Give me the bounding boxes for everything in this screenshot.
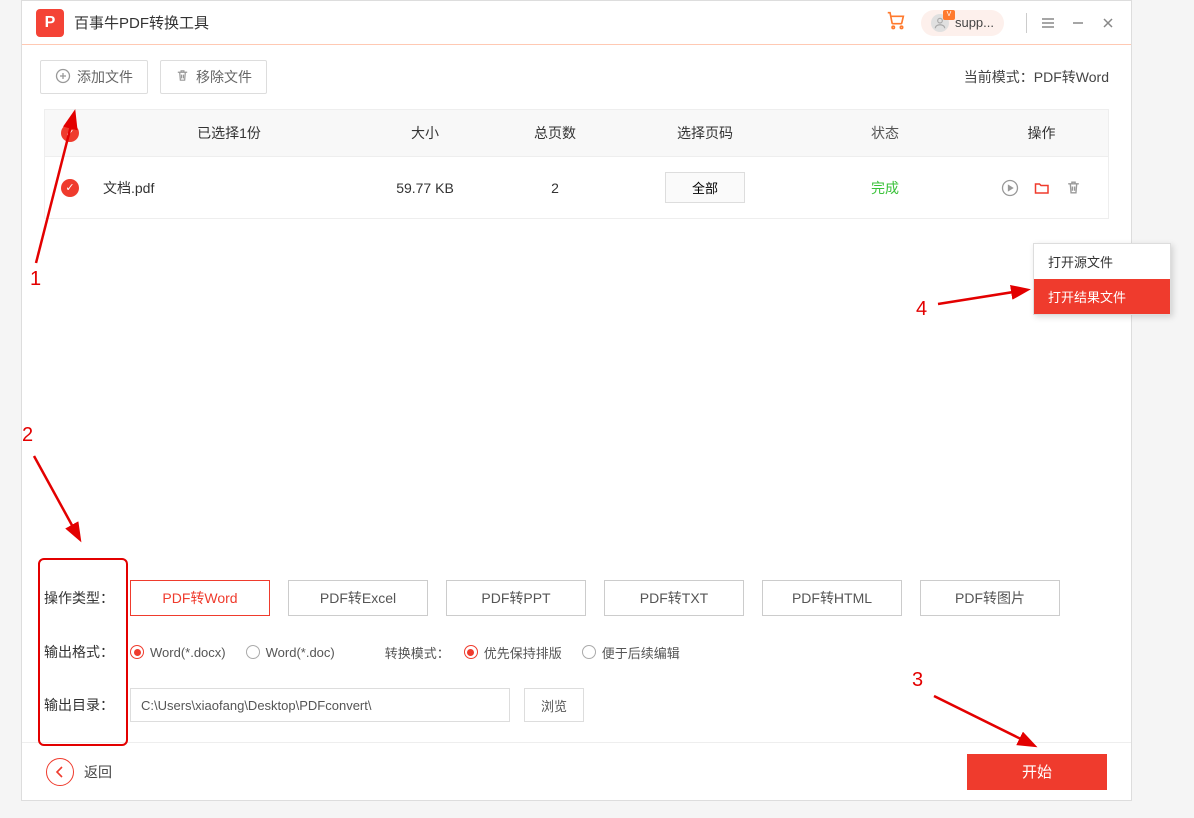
open-source-item[interactable]: 打开源文件 (1034, 244, 1170, 279)
type-pdf-to-ppt[interactable]: PDF转PPT (446, 580, 586, 616)
output-dir-input[interactable] (130, 688, 510, 722)
user-chip[interactable]: V supp... (921, 10, 1004, 36)
page-range-button[interactable]: 全部 (665, 172, 745, 203)
output-dir-label: 输出目录： (44, 695, 130, 715)
menu-icon[interactable] (1039, 14, 1057, 32)
table-header: ✓ 已选择1份 大小 总页数 选择页码 状态 操作 (44, 109, 1109, 157)
type-pdf-to-image[interactable]: PDF转图片 (920, 580, 1060, 616)
operation-type-label: 操作类型： (44, 588, 130, 608)
header-pages: 总页数 (495, 123, 615, 143)
toolbar: 添加文件 移除文件 当前模式：PDF转Word (22, 45, 1131, 95)
type-pdf-to-word[interactable]: PDF转Word (130, 580, 270, 616)
output-format-label: 输出格式： (44, 642, 130, 662)
cart-icon[interactable] (885, 9, 907, 37)
current-mode-label: 当前模式：PDF转Word (964, 67, 1113, 87)
user-name: supp... (955, 15, 994, 30)
type-buttons: PDF转Word PDF转Excel PDF转PPT PDF转TXT PDF转H… (130, 580, 1060, 616)
header-size: 大小 (355, 123, 495, 143)
mode-edit-radio[interactable]: 便于后续编辑 (582, 643, 680, 662)
file-status: 完成 (795, 178, 975, 198)
remove-file-button[interactable]: 移除文件 (160, 60, 267, 94)
minimize-icon[interactable] (1069, 14, 1087, 32)
row-checkbox[interactable]: ✓ (61, 179, 79, 197)
options-panel: 操作类型： PDF转Word PDF转Excel PDF转PPT PDF转TXT… (22, 566, 1131, 742)
plus-circle-icon (55, 68, 71, 87)
open-result-item[interactable]: 打开结果文件 (1034, 279, 1170, 314)
type-pdf-to-html[interactable]: PDF转HTML (762, 580, 902, 616)
close-icon[interactable] (1099, 14, 1117, 32)
table-row: ✓ 文档.pdf 59.77 KB 2 全部 完成 (44, 157, 1109, 219)
app-window: P 百事牛PDF转换工具 V supp... (21, 0, 1132, 801)
avatar-icon: V (931, 14, 949, 32)
delete-icon[interactable] (1065, 179, 1083, 197)
browse-button[interactable]: 浏览 (524, 688, 584, 722)
file-name: 文档.pdf (95, 178, 355, 198)
header-range: 选择页码 (615, 123, 795, 143)
header-status: 状态 (795, 123, 975, 143)
header-selected: 已选择1份 (95, 123, 355, 143)
header-action: 操作 (975, 123, 1108, 143)
play-icon[interactable] (1001, 179, 1019, 197)
convert-mode-label: 转换模式： (385, 643, 450, 662)
trash-icon (175, 68, 190, 86)
format-docx-radio[interactable]: Word(*.docx) (130, 645, 226, 660)
mode-layout-radio[interactable]: 优先保持排版 (464, 643, 562, 662)
start-button[interactable]: 开始 (967, 754, 1107, 790)
file-size: 59.77 KB (355, 180, 495, 196)
type-pdf-to-excel[interactable]: PDF转Excel (288, 580, 428, 616)
file-pages: 2 (495, 180, 615, 196)
file-table: ✓ 已选择1份 大小 总页数 选择页码 状态 操作 ✓ 文档.pdf 59.77… (44, 109, 1109, 219)
back-button[interactable]: 返回 (46, 758, 112, 786)
type-pdf-to-txt[interactable]: PDF转TXT (604, 580, 744, 616)
footer: 返回 开始 (22, 742, 1131, 800)
add-file-button[interactable]: 添加文件 (40, 60, 148, 94)
folder-context-menu: 打开源文件 打开结果文件 (1033, 243, 1171, 315)
app-logo-icon: P (36, 9, 64, 37)
folder-icon[interactable] (1033, 179, 1051, 197)
back-arrow-icon (46, 758, 74, 786)
titlebar: P 百事牛PDF转换工具 V supp... (22, 1, 1131, 45)
select-all-checkbox[interactable]: ✓ (61, 124, 79, 142)
format-doc-radio[interactable]: Word(*.doc) (246, 645, 335, 660)
app-title: 百事牛PDF转换工具 (74, 12, 209, 33)
